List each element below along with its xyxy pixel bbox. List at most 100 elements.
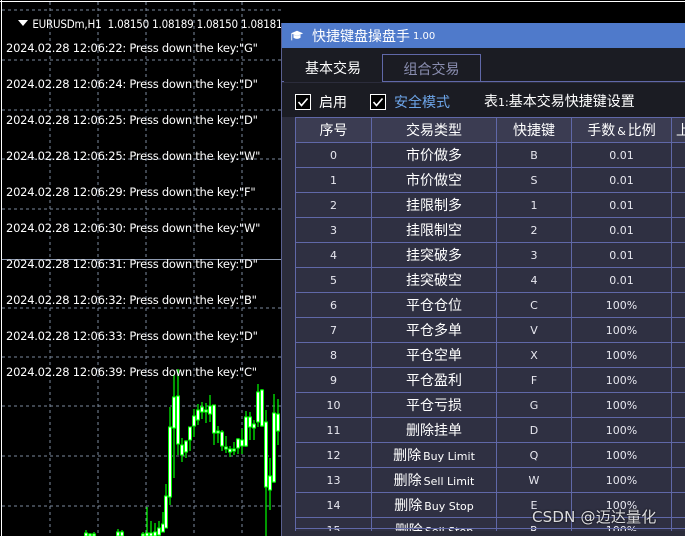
cell-index[interactable]: 7 [295,317,372,343]
cell-extra[interactable] [671,217,685,243]
trade-type-order-label: Buy Stop [424,500,474,513]
cell-lot-ratio[interactable]: 0.01 [571,142,672,168]
cell-index[interactable]: 11 [295,417,372,443]
cell-extra[interactable] [671,167,685,193]
cell-index[interactable]: 12 [295,442,372,468]
cell-trade-type[interactable]: 平仓仓位 [371,292,497,318]
tab-basic-trade[interactable]: 基本交易 [284,54,382,82]
cell-hotkey[interactable]: 2 [496,217,572,243]
cell-hotkey[interactable]: X [496,342,572,368]
table-row[interactable]: 7 平仓多单 V 100% [295,317,685,343]
cell-trade-type[interactable]: 挂突破空 [371,267,497,293]
cell-lot-ratio[interactable]: 0.01 [571,217,672,243]
cell-extra[interactable] [671,142,685,168]
cell-trade-type[interactable]: 删除 Sell Limit [371,467,497,493]
cell-index[interactable]: 10 [295,392,372,418]
cell-hotkey[interactable]: C [496,292,572,318]
cell-lot-ratio[interactable]: 0.01 [571,267,672,293]
candle-body [232,448,236,452]
cell-extra[interactable] [671,417,685,443]
cell-extra[interactable] [671,442,685,468]
cell-lot-ratio[interactable]: 100% [571,292,672,318]
checkbox-checked-icon[interactable] [370,94,386,110]
cell-hotkey[interactable]: W [496,467,572,493]
cell-index[interactable]: 14 [295,492,372,518]
cell-extra[interactable] [671,242,685,268]
cell-hotkey[interactable]: F [496,367,572,393]
panel-titlebar[interactable]: 快捷键盘操盘手 1.00 [282,23,685,48]
table-row[interactable]: 13 删除 Sell Limit W 100% [295,467,685,493]
cell-index[interactable]: 2 [295,192,372,218]
cell-lot-ratio[interactable]: 100% [571,317,672,343]
cell-trade-type[interactable]: 删除 Buy Limit [371,442,497,468]
table-row[interactable]: 10 平仓亏损 G 100% [295,392,685,418]
cell-hotkey[interactable]: D [496,417,572,443]
table-row[interactable]: 5 挂突破空 4 0.01 [295,267,685,293]
cell-lot-ratio[interactable]: 0.01 [571,167,672,193]
table-row[interactable]: 9 平仓盈利 F 100% [295,367,685,393]
cell-trade-type[interactable]: 平仓空单 [371,342,497,368]
cell-hotkey[interactable]: 4 [496,267,572,293]
cell-hotkey[interactable]: 3 [496,242,572,268]
cell-lot-ratio[interactable]: 100% [571,367,672,393]
cell-hotkey[interactable]: B [496,142,572,168]
cell-extra[interactable] [671,292,685,318]
cell-index[interactable]: 1 [295,167,372,193]
cell-lot-ratio[interactable]: 100% [571,442,672,468]
hotkey-table-viewport[interactable]: 序号 交易类型 快捷键 手数&比例 上 0市价做多B0.011市价做空S0.01… [295,117,685,531]
cell-index[interactable]: 0 [295,142,372,168]
cell-trade-type[interactable]: 平仓盈利 [371,367,497,393]
cell-lot-ratio[interactable]: 100% [571,417,672,443]
cell-trade-type[interactable]: 挂限制空 [371,217,497,243]
cell-trade-type[interactable]: 市价做多 [371,142,497,168]
cell-trade-type[interactable]: 删除 Buy Stop [371,492,497,518]
cell-index[interactable]: 3 [295,217,372,243]
cell-index[interactable]: 5 [295,267,372,293]
table-row[interactable]: 3 挂限制空 2 0.01 [295,217,685,243]
cell-trade-type[interactable]: 挂限制多 [371,192,497,218]
cell-hotkey[interactable]: V [496,317,572,343]
cell-trade-type[interactable]: 市价做空 [371,167,497,193]
table-row[interactable]: 1 市价做空 S 0.01 [295,167,685,193]
cell-hotkey[interactable]: G [496,392,572,418]
cell-trade-type[interactable]: 挂突破多 [371,242,497,268]
cell-lot-ratio[interactable]: 0.01 [571,192,672,218]
safe-mode-checkbox[interactable]: 安全模式 [370,92,450,112]
table-row[interactable]: 0 市价做多 B 0.01 [295,142,685,168]
cell-extra[interactable] [671,317,685,343]
cell-extra[interactable] [671,467,685,493]
table-row[interactable]: 8 平仓空单 X 100% [295,342,685,368]
tab-combo-trade[interactable]: 组合交易 [382,54,481,82]
cell-extra[interactable] [671,342,685,368]
cell-trade-type[interactable]: 平仓多单 [371,317,497,343]
table-row[interactable]: 4 挂突破多 3 0.01 [295,242,685,268]
cell-hotkey[interactable]: 1 [496,192,572,218]
table-row[interactable]: 6 平仓仓位 C 100% [295,292,685,318]
cell-trade-type[interactable]: 平仓亏损 [371,392,497,418]
cell-hotkey[interactable]: Q [496,442,572,468]
checkbox-checked-icon[interactable] [295,94,311,110]
cell-extra[interactable] [671,192,685,218]
table-row[interactable]: 2 挂限制多 1 0.01 [295,192,685,218]
cell-lot-ratio[interactable]: 100% [571,392,672,418]
cell-extra[interactable] [671,367,685,393]
cell-extra[interactable] [671,267,685,293]
cell-index[interactable]: 4 [295,242,372,268]
cell-lot-ratio[interactable]: 100% [571,467,672,493]
cell-lot-ratio[interactable]: 0.01 [571,242,672,268]
cell-extra[interactable] [671,492,685,518]
table-row[interactable]: 12 删除 Buy Limit Q 100% [295,442,685,468]
cell-trade-type[interactable]: 删除挂单 [371,417,497,443]
cell-index[interactable]: 6 [295,292,372,318]
cell-hotkey[interactable]: S [496,167,572,193]
enable-checkbox[interactable]: 启用 [295,92,347,112]
table-row[interactable]: 11 删除挂单 D 100% [295,417,685,443]
candle-body [208,405,212,415]
cell-index[interactable]: 9 [295,367,372,393]
cell-index[interactable]: 8 [295,342,372,368]
cell-extra[interactable] [671,392,685,418]
candle-body [184,440,188,453]
cell-lot-ratio[interactable]: 100% [571,342,672,368]
cell-index[interactable]: 13 [295,467,372,493]
candle-body [180,444,184,456]
